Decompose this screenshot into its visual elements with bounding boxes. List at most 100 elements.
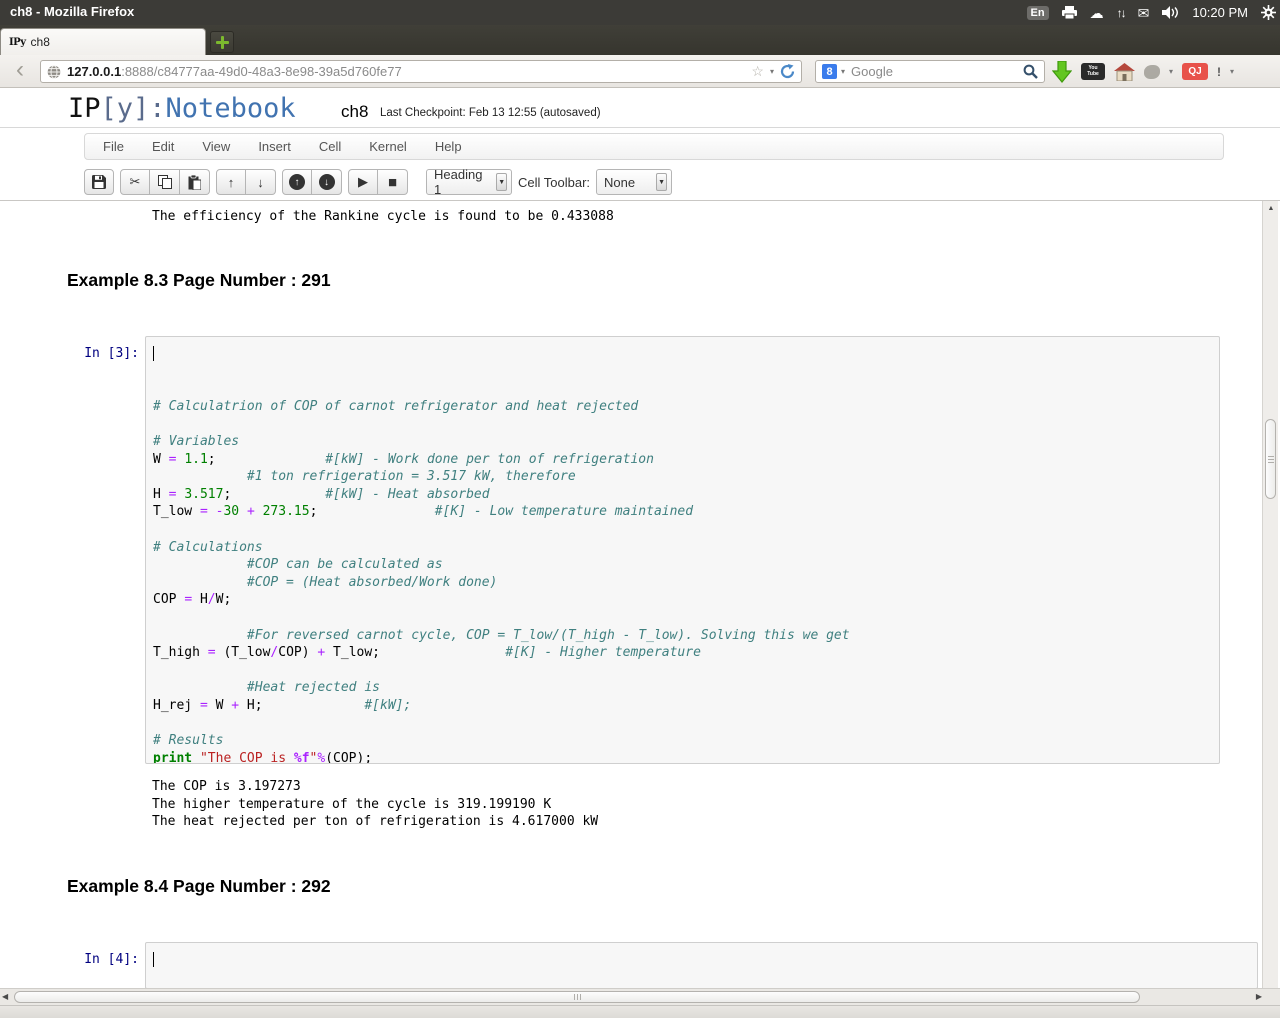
url-bar[interactable]: 127.0.0.1:8888/c84777aa-49d0-48a3-8e98-3… [40,60,802,83]
system-tray: En ☁ ↑↓ ✉ 10:20 PM [1026,0,1276,25]
youtube-icon[interactable]: You Tube [1081,63,1105,80]
cloud-icon[interactable]: ☁ [1090,6,1104,20]
scroll-left-arrow-icon[interactable]: ◀ [2,992,8,1001]
output-area-3: The COP is 3.197273 The higher temperatur… [152,778,598,831]
scroll-up-arrow-icon[interactable]: ▲ [1265,203,1277,215]
insert-cell-below-button[interactable]: ↓ [312,169,342,195]
vertical-scrollbar[interactable]: ▲ [1262,201,1278,988]
ipython-logo[interactable]: IP[y]:Notebook [68,93,296,124]
menu-item-edit[interactable]: Edit [138,134,188,159]
overflow-caret-icon[interactable]: ▾ [1230,67,1234,76]
notebook-toolbar: ✂ ↑ ↓ ↑ ↓ ▶ ■ Heading 1 ▼ Cell Toolbar: … [84,167,1224,197]
insert-cell-above-button[interactable]: ↑ [282,169,312,195]
notebook-title[interactable]: ch8 [341,102,368,122]
code-cell-in3[interactable]: # Calculatrion of COP of carnot refriger… [145,336,1220,764]
cell-toolbar-select[interactable]: None ▼ [596,169,673,195]
code-line: #COP can be calculated as [153,557,443,573]
menu-item-cell[interactable]: Cell [305,134,355,159]
paste-button[interactable] [180,169,210,195]
interrupt-kernel-button[interactable]: ■ [378,169,408,195]
copy-icon [157,175,172,189]
notebook-menubar: File Edit View Insert Cell Kernel Help [84,133,1224,160]
save-button[interactable] [84,169,114,195]
heading-example-84[interactable]: Example 8.4 Page Number : 292 [67,876,331,897]
output-line: The heat rejected per ton of refrigerati… [152,814,599,830]
bookmark-star-icon[interactable]: ☆ [751,63,764,80]
grip-icon [577,994,578,1000]
qj-badge: ! [1217,64,1222,79]
printer-icon[interactable] [1061,6,1077,19]
search-engine-caret-icon[interactable]: ▾ [841,67,845,76]
home-icon[interactable] [1114,62,1135,81]
code-line: #For reversed carnot cycle, COP = T_low/… [153,627,850,643]
keyboard-layout-indicator[interactable]: En [1026,5,1049,20]
notebook-header: IP[y]:Notebook ch8 Last Checkpoint: Feb … [0,88,1280,128]
clock[interactable]: 10:20 PM [1192,5,1248,20]
code-line: # Results [153,733,224,749]
addon-caret-icon[interactable]: ▾ [1169,67,1173,76]
heading-example-83[interactable]: Example 8.3 Page Number : 291 [67,270,331,291]
browser-navbar: ‹ 127.0.0.1:8888/c84777aa-49d0-48a3-8e98… [0,55,1280,88]
addon-icon[interactable] [1144,64,1160,79]
scroll-right-arrow-icon[interactable]: ▶ [1256,992,1262,1001]
input-prompt-4: In [4]: [84,952,139,967]
plus-icon [215,35,229,49]
paste-icon [188,174,201,190]
cut-button[interactable]: ✂ [120,169,150,195]
code-line: #1 ton refrigeration = 3.517 kW, therefo… [153,469,576,485]
mail-icon[interactable]: ✉ [1138,6,1150,20]
volume-icon[interactable] [1162,6,1179,19]
qj-addon-icon[interactable]: QJ [1182,63,1209,80]
code-line: # Variables [153,433,240,449]
arrow-up-icon: ↑ [227,174,235,190]
code-line: # Calculations [153,539,263,555]
menu-item-help[interactable]: Help [421,134,476,159]
code-line: W = 1.1; #[kW] - Work done per ton of re… [153,451,654,467]
move-cell-down-button[interactable]: ↓ [246,169,276,195]
circle-arrow-down-icon: ↓ [318,174,335,190]
menu-item-view[interactable]: View [188,134,244,159]
output-line: The higher temperature of the cycle is 3… [152,796,552,812]
session-gear-icon[interactable] [1261,5,1276,20]
scissors-icon: ✂ [129,174,141,189]
menu-item-insert[interactable]: Insert [244,134,305,159]
reload-icon[interactable] [780,64,795,79]
code-line: print "The COP is %f"%(COP); [153,750,373,764]
status-strip [0,1006,1280,1018]
play-icon: ▶ [358,174,368,189]
vertical-scrollbar-thumb[interactable] [1265,419,1276,499]
back-button[interactable]: ‹ [8,58,32,84]
code-cell-in4[interactable]: # Calculation of minimum power required … [145,942,1258,988]
notebook-content: The efficiency of the Rankine cycle is f… [0,200,1280,988]
window-title: ch8 - Mozilla Firefox [10,4,135,19]
download-arrow-icon[interactable] [1052,60,1072,83]
select-caret-icon: ▼ [496,173,507,191]
move-cell-up-button[interactable]: ↑ [216,169,246,195]
menu-item-kernel[interactable]: Kernel [355,134,421,159]
code-line: T_high = (T_low/COP) + T_low; #[K] - Hig… [153,645,701,661]
cell-toolbar-label: Cell Toolbar: [518,174,591,190]
magnifier-icon[interactable] [1023,64,1038,79]
network-arrows-icon[interactable]: ↑↓ [1117,6,1127,20]
checkpoint-status: Last Checkpoint: Feb 13 12:55 (autosaved… [380,107,601,119]
previous-cell-output: The efficiency of the Rankine cycle is f… [152,209,614,224]
new-tab-button[interactable] [210,31,234,53]
google-logo-icon: 8 [822,64,837,79]
bookmark-caret-icon[interactable]: ▾ [770,67,774,76]
code-line: COP = H/W; [153,592,232,608]
horizontal-scrollbar[interactable]: ◀ ▶ [0,988,1280,1006]
horizontal-scrollbar-thumb[interactable] [14,991,1140,1003]
code-line: H_rej = W + H; #[kW]; [153,697,412,713]
menu-item-file[interactable]: File [89,134,138,159]
cell-type-select[interactable]: Heading 1 ▼ [426,167,512,197]
code-line: H = 3.517; #[kW] - Heat absorbed [153,486,490,502]
browser-tab[interactable]: IPy ch8 [0,28,206,55]
search-bar[interactable]: 8 ▾ Google [815,60,1045,83]
stop-icon: ■ [387,173,398,191]
run-cell-button[interactable]: ▶ [348,169,378,195]
copy-button[interactable] [150,169,180,195]
